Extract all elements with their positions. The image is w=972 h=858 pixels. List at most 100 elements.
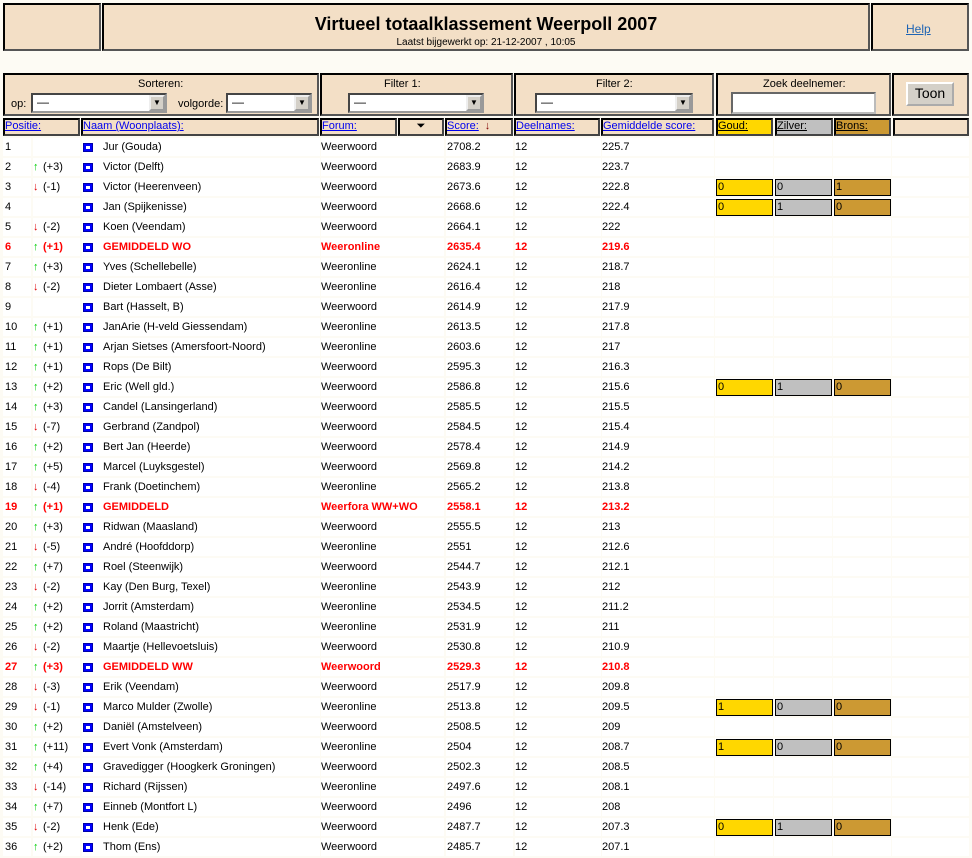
position: 22	[5, 561, 18, 573]
profile-icon[interactable]	[83, 563, 93, 572]
table-cell	[833, 218, 891, 236]
entries: 12	[515, 561, 528, 573]
header-title-cell: Virtueel totaalklassement Weerpoll 2007 …	[102, 3, 870, 51]
profile-icon[interactable]	[83, 663, 93, 672]
silver-medal-count: 0	[775, 179, 832, 196]
average-score: 216.3	[602, 361, 630, 373]
profile-icon[interactable]	[83, 183, 93, 192]
profile-icon[interactable]	[83, 823, 93, 832]
profile-icon[interactable]	[83, 703, 93, 712]
sort-by-bronze-link[interactable]: Brons:	[836, 120, 868, 132]
sort-by-name-link[interactable]: Naam (Woonplaats):	[83, 120, 184, 132]
bronze-medal-count: 0	[834, 199, 891, 216]
participant-name: Yves (Schellebelle)	[103, 261, 197, 273]
profile-icon[interactable]	[83, 143, 93, 152]
profile-icon[interactable]	[83, 243, 93, 252]
participant-name: Gravedigger (Hoogkerk Groningen)	[103, 761, 276, 773]
profile-icon[interactable]	[83, 583, 93, 592]
arrow-down-icon: ↓	[33, 641, 39, 653]
sort-order-select[interactable]: — ▼	[226, 93, 312, 113]
filter1-select[interactable]: — ▼	[348, 93, 484, 113]
profile-icon[interactable]	[83, 363, 93, 372]
header-left-cell	[3, 3, 101, 51]
forum: Weeronline	[321, 741, 377, 753]
arrow-up-icon: ↑	[33, 241, 39, 253]
profile-icon[interactable]	[83, 483, 93, 492]
sort-by-silver-link[interactable]: Zilver:	[777, 120, 807, 132]
sort-by-entries-link[interactable]: Deelnames:	[516, 120, 575, 132]
filter2-select[interactable]: — ▼	[535, 93, 693, 113]
entries: 12	[515, 761, 528, 773]
profile-icon[interactable]	[83, 423, 93, 432]
help-link[interactable]: Help	[906, 22, 931, 36]
position: 2	[5, 161, 12, 173]
column-header-average: Gemiddelde score:	[601, 118, 714, 136]
profile-icon[interactable]	[83, 783, 93, 792]
arrow-up-icon: ↑	[33, 761, 39, 773]
profile-icon[interactable]	[83, 543, 93, 552]
silver-medal-count: 1	[775, 819, 832, 836]
table-cell	[892, 298, 969, 316]
entries: 12	[515, 421, 528, 433]
profile-icon[interactable]	[83, 443, 93, 452]
show-button[interactable]: Toon	[906, 82, 954, 106]
sort-by-gold-link[interactable]: Goud:	[718, 120, 748, 132]
profile-icon[interactable]	[83, 623, 93, 632]
profile-icon[interactable]	[83, 203, 93, 212]
profile-icon[interactable]	[83, 323, 93, 332]
table-row: 31 ↑ (+11) Evert Vonk (Amsterdam) Weeronline…	[3, 738, 969, 758]
table-cell	[515, 478, 601, 496]
profile-icon[interactable]	[83, 743, 93, 752]
position: 26	[5, 641, 18, 653]
sort-by-score-link[interactable]: Score:	[447, 120, 479, 132]
forum: Weerwoord	[321, 801, 378, 813]
profile-icon[interactable]	[83, 383, 93, 392]
forum: Weerwoord	[321, 441, 378, 453]
position: 15	[5, 421, 18, 433]
sort-by-forum-link[interactable]: Forum:	[322, 120, 357, 132]
profile-icon[interactable]	[83, 803, 93, 812]
column-header-empty	[893, 118, 969, 136]
position: 16	[5, 441, 18, 453]
score: 2616.4	[447, 281, 481, 293]
table-cell	[715, 278, 773, 296]
table-cell	[715, 838, 773, 856]
profile-icon[interactable]	[83, 263, 93, 272]
profile-icon[interactable]	[83, 503, 93, 512]
forum: Weerwoord	[321, 841, 378, 853]
entries: 12	[515, 521, 528, 533]
profile-icon[interactable]	[83, 283, 93, 292]
table-cell	[715, 358, 773, 376]
filter2-value: —	[541, 95, 553, 109]
profile-icon[interactable]	[83, 223, 93, 232]
profile-icon[interactable]	[83, 763, 93, 772]
profile-icon[interactable]	[83, 643, 93, 652]
search-input[interactable]	[731, 92, 876, 114]
table-cell	[515, 538, 601, 556]
profile-icon[interactable]	[83, 403, 93, 412]
sort-by-position-link[interactable]: Positie:	[5, 120, 41, 132]
sort-field-select[interactable]: — ▼	[31, 93, 167, 113]
forum-filter-button[interactable]: ⏷	[398, 118, 444, 136]
table-cell	[515, 558, 601, 576]
profile-icon[interactable]	[83, 163, 93, 172]
table-cell	[515, 238, 601, 256]
rank-change: (+3)	[43, 161, 63, 173]
gold-medal-count: 0	[716, 819, 773, 836]
profile-icon[interactable]	[83, 343, 93, 352]
profile-icon[interactable]	[83, 723, 93, 732]
profile-icon[interactable]	[83, 523, 93, 532]
sort-by-average-link[interactable]: Gemiddelde score:	[603, 120, 695, 132]
average-score: 223.7	[602, 161, 630, 173]
rank-change: (-7)	[43, 421, 61, 433]
rank-change: (+3)	[43, 521, 63, 533]
profile-icon[interactable]	[83, 843, 93, 852]
table-cell	[515, 818, 601, 836]
profile-icon[interactable]	[83, 463, 93, 472]
entries: 12	[515, 541, 528, 553]
table-cell	[892, 198, 969, 216]
profile-icon[interactable]	[83, 303, 93, 312]
position: 11	[5, 341, 17, 353]
profile-icon[interactable]	[83, 603, 93, 612]
profile-icon[interactable]	[83, 683, 93, 692]
